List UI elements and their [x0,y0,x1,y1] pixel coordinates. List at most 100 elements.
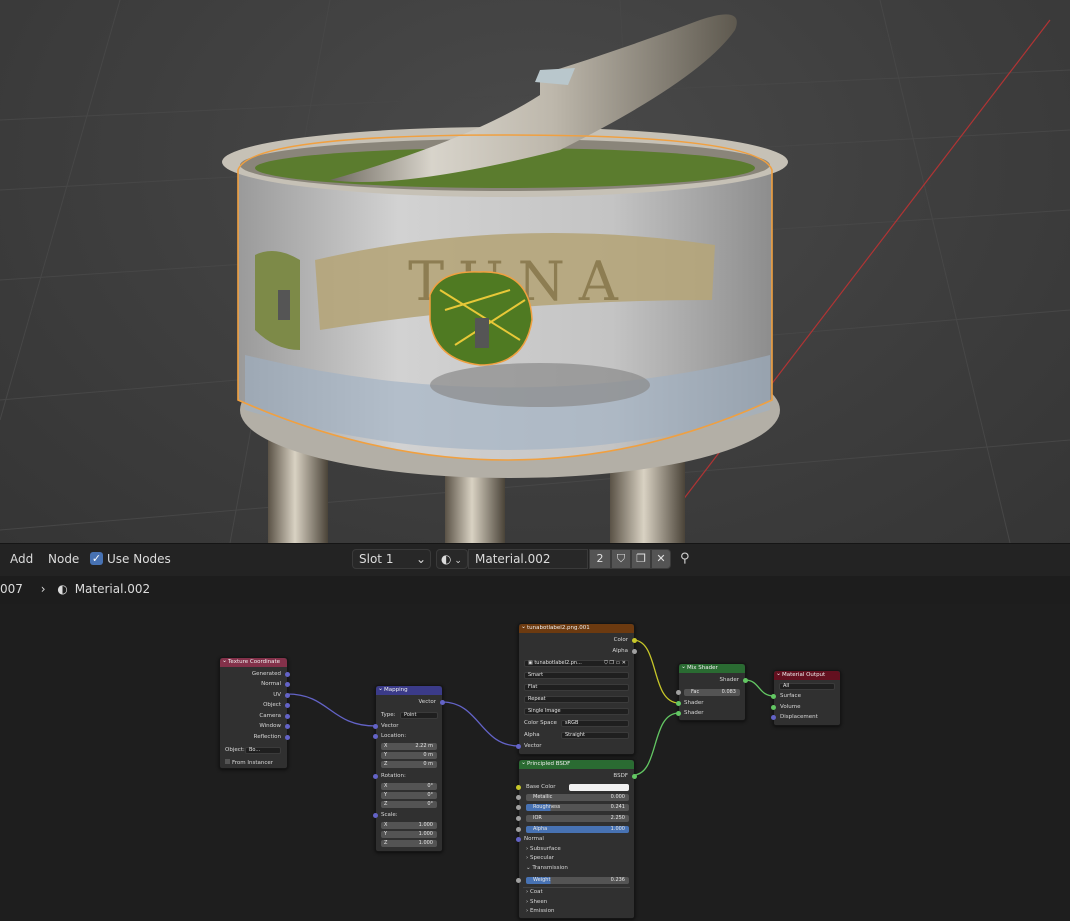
panel-transmission[interactable]: ⌄ Transmission [526,865,568,872]
scale-y-field[interactable]: Y 1.000 [381,831,437,838]
socket[interactable] [516,744,521,749]
socket[interactable] [285,703,290,708]
socket[interactable] [771,694,776,699]
socket[interactable] [285,672,290,677]
socket[interactable] [676,711,681,716]
image-selector[interactable]: ▣ tunabotlabel2.pn... ⛉ ❐ ▭ ✕ [524,660,629,667]
node-title: Mix Shader [679,662,745,673]
unlink-material-close-icon[interactable]: ✕ [651,549,671,569]
socket[interactable] [632,638,637,643]
socket[interactable] [285,682,290,687]
panel-sheen[interactable]: › Sheen [526,899,547,906]
rotation-x-field[interactable]: X 0° [381,783,437,790]
socket[interactable] [516,837,521,842]
socket[interactable] [632,774,637,779]
node-menu[interactable]: Node [48,552,79,566]
material-sphere-icon: ◐ [441,552,452,566]
socket[interactable] [676,690,681,695]
socket[interactable] [516,795,521,800]
node-principled-bsdf[interactable]: Principled BSDF BSDF Base Color Metallic… [516,758,637,919]
socket[interactable] [440,700,445,705]
3d-viewport[interactable]: TUNA [0,0,1070,543]
add-menu[interactable]: Add [10,552,33,566]
socket[interactable] [285,714,290,719]
chevron-down-icon: ⌄ [451,556,462,566]
socket[interactable] [373,813,378,818]
rotation-label: Rotation: [381,773,406,779]
panel-coat[interactable]: › Coat [526,889,543,896]
socket[interactable] [771,705,776,710]
socket[interactable] [676,701,681,706]
type-label: Type: [381,712,396,718]
base-color-swatch[interactable] [569,784,629,791]
breadcrumb-material[interactable]: Material.002 [75,582,150,596]
panel-emission[interactable]: › Emission [526,908,554,915]
socket[interactable] [516,827,521,832]
input-vector: Vector [381,723,399,729]
use-nodes-label: Use Nodes [107,552,171,566]
extension-dropdown[interactable]: Repeat [524,696,629,703]
chevron-right-icon: › [40,582,46,596]
slot-dropdown[interactable]: Slot 1 ⌄ [352,549,431,569]
from-instancer-checkbox[interactable]: From Instancer [225,759,273,767]
socket[interactable] [632,649,637,654]
panel-specular[interactable]: › Specular [526,855,554,862]
material-browse-button[interactable]: ◐ ⌄ [436,549,468,569]
socket[interactable] [285,735,290,740]
alpha-mode-dropdown[interactable]: Straight [561,732,629,739]
target-dropdown[interactable]: All [779,683,835,690]
rotation-z-field[interactable]: Z 0° [381,801,437,808]
scale-x-field[interactable]: X 1.000 [381,822,437,829]
node-material-output[interactable]: Material Output All Surface Volume Displ… [771,669,841,726]
socket[interactable] [516,878,521,883]
breadcrumb-object[interactable]: 007 [0,582,23,596]
socket[interactable] [743,678,748,683]
location-y-field[interactable]: Y0 m [381,752,437,759]
metallic-field[interactable]: Metallic 0.000 [526,794,629,801]
location-x-field[interactable]: X 2.22 m [381,743,437,750]
chevron-down-icon: ⌄ [415,552,426,566]
node-mix-shader[interactable]: Mix Shader Shader Fac0.083 Shader Shader [676,662,748,721]
input-shader-1: Shader [684,700,704,706]
output-object: Object [263,702,281,708]
ior-field[interactable]: IOR 2.250 [526,815,629,822]
type-dropdown[interactable]: Point [400,712,438,719]
node-image-texture[interactable]: tunabotlabel2.png.001 Color Alpha ▣ tuna… [516,622,637,755]
alpha-field[interactable]: Alpha 1.000 [526,826,629,833]
use-nodes-checkbox[interactable]: ✓ [90,552,103,565]
input-shader-2: Shader [684,710,704,716]
output-bsdf: BSDF [613,773,628,779]
pin-icon[interactable]: ⚲ [680,551,690,566]
node-title: Texture Coordinate [220,656,287,667]
material-name-field[interactable]: Material.002 [468,549,588,569]
roughness-field[interactable]: Roughness 0.241 [526,804,629,811]
interpolation-dropdown[interactable]: Smart [524,672,629,679]
socket[interactable] [516,785,521,790]
node-mapping[interactable]: Mapping Vector Type: Point Vector Locati… [373,684,445,852]
socket[interactable] [516,816,521,821]
fake-user-shield-icon[interactable]: ⛉ [611,549,631,569]
colorspace-dropdown[interactable]: sRGB [561,720,629,727]
socket[interactable] [771,715,776,720]
rotation-y-field[interactable]: Y 0° [381,792,437,799]
duplicate-material-icon[interactable]: ❐ [631,549,651,569]
material-user-count[interactable]: 2 [589,549,611,569]
socket[interactable] [373,724,378,729]
object-picker[interactable]: Bo... [245,747,281,754]
transmission-weight-field[interactable]: Weight 0.236 [526,877,629,884]
projection-dropdown[interactable]: Flat [524,684,629,691]
node-texture-coordinate[interactable]: Texture Coordinate Generated Normal UV O… [219,656,290,769]
socket[interactable] [285,724,290,729]
socket[interactable] [373,774,378,779]
location-label: Location: [381,733,407,739]
location-z-field[interactable]: Z0 m [381,761,437,768]
socket[interactable] [285,693,290,698]
output-window: Window [259,723,281,729]
scale-z-field[interactable]: Z 1.000 [381,840,437,847]
can-leg [445,470,505,543]
panel-subsurface[interactable]: › Subsurface [526,846,561,853]
socket[interactable] [516,805,521,810]
source-dropdown[interactable]: Single Image [524,708,629,715]
fac-field[interactable]: Fac 0.083 [684,689,740,696]
socket[interactable] [373,734,378,739]
